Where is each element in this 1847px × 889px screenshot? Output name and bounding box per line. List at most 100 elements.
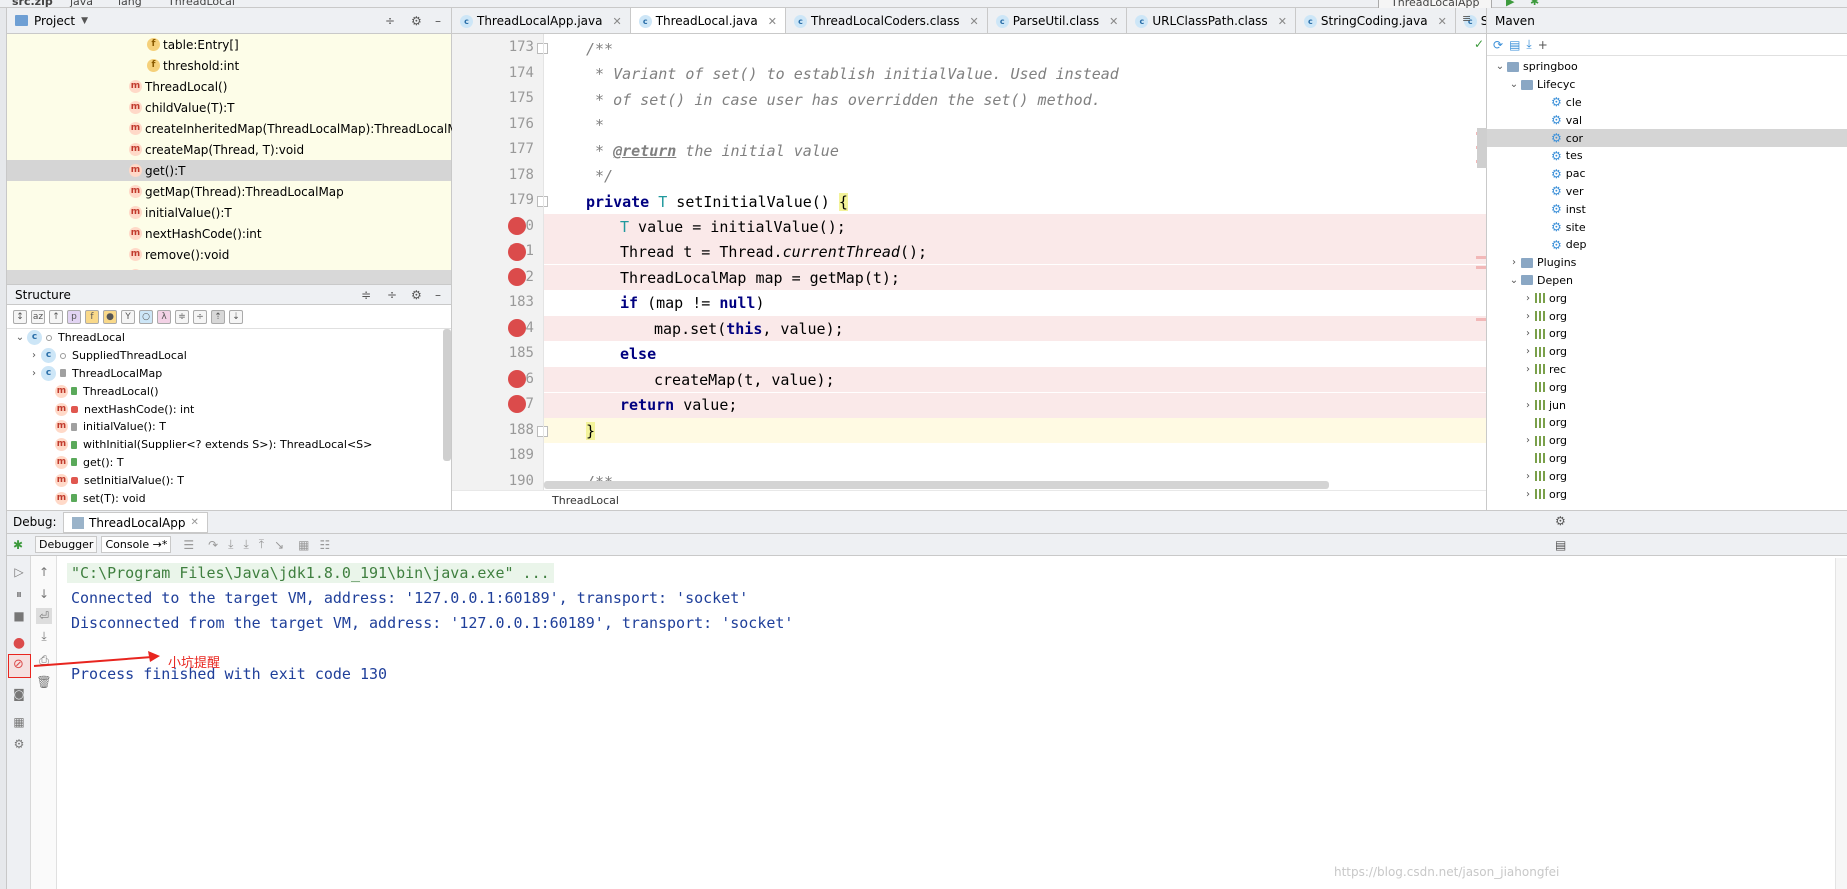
expand-arrow-icon[interactable]: ›: [1521, 489, 1535, 500]
maven-item[interactable]: › org: [1487, 343, 1847, 361]
maven-item[interactable]: › org: [1487, 467, 1847, 485]
expand-arrow-icon[interactable]: ›: [1507, 257, 1521, 268]
lambda-icon[interactable]: λ: [157, 309, 171, 324]
structure-item[interactable]: m get(): T: [7, 454, 443, 472]
project-item[interactable]: m nextHashCode():int: [7, 223, 451, 244]
force-step-into-icon[interactable]: ⤓: [243, 537, 248, 552]
autoscroll-from-source-icon[interactable]: ⇣: [229, 309, 243, 324]
show-inherited-icon[interactable]: ↑: [49, 309, 63, 324]
editor-breadcrumb[interactable]: ThreadLocal: [552, 494, 619, 507]
close-icon[interactable]: ✕: [1109, 15, 1118, 28]
error-stripe[interactable]: [1476, 60, 1486, 490]
expand-arrow-icon[interactable]: ›: [1521, 293, 1535, 304]
structure-item[interactable]: m set(T): void: [7, 489, 443, 507]
expand-arrow-icon[interactable]: ⌄: [1507, 275, 1521, 286]
structure-scrollbar[interactable]: [443, 329, 451, 461]
project-item[interactable]: m ThreadLocal(): [7, 76, 451, 97]
chevron-down-icon[interactable]: ▼: [81, 16, 88, 26]
tab-overflow-icon[interactable]: ≡: [1462, 12, 1471, 25]
gear-icon[interactable]: ⚙: [411, 14, 422, 28]
expand-arrow-icon[interactable]: ›: [1521, 346, 1535, 357]
project-item[interactable]: m initialValue():T: [7, 202, 451, 223]
maven-item[interactable]: › rec: [1487, 361, 1847, 379]
project-item[interactable]: f table:Entry[]: [7, 34, 451, 55]
editor-horizontal-scrollbar[interactable]: [544, 481, 1329, 489]
expand-arrow-icon[interactable]: ›: [1521, 328, 1535, 339]
maven-item[interactable]: org: [1487, 414, 1847, 432]
maven-item[interactable]: › org: [1487, 289, 1847, 307]
maven-item[interactable]: ⌄ springboo: [1487, 58, 1847, 76]
breakpoint-icon[interactable]: [508, 319, 526, 337]
maven-item[interactable]: ⌄ Depen: [1487, 272, 1847, 290]
restore-layout-icon[interactable]: ▤: [1555, 538, 1566, 552]
resume-icon[interactable]: ▷: [11, 564, 27, 580]
breakpoint-icon[interactable]: [508, 243, 526, 261]
close-icon[interactable]: ✕: [1278, 15, 1287, 28]
gear-icon[interactable]: ⚙: [411, 288, 422, 302]
soft-wrap-icon[interactable]: ⏎: [36, 608, 52, 624]
gear-icon[interactable]: ⚙: [11, 736, 27, 752]
structure-item[interactable]: › c ThreadLocalMap: [7, 365, 443, 383]
add-icon[interactable]: +: [1538, 38, 1548, 52]
expand-arrow-icon[interactable]: ›: [1521, 471, 1535, 482]
nav-crumb-src[interactable]: src.zip: [12, 0, 53, 8]
view-breakpoints-icon[interactable]: ●: [11, 635, 27, 651]
expand-arrow-icon[interactable]: ⌄: [1493, 61, 1507, 72]
structure-item[interactable]: m initialValue(): T: [7, 418, 443, 436]
evaluate-icon[interactable]: ▦: [298, 538, 309, 552]
project-item[interactable]: m createInheritedMap(ThreadLocalMap):Thre…: [7, 118, 473, 139]
console-scrollbar[interactable]: [1835, 558, 1847, 889]
editor-tab[interactable]: c ThreadLocalCoders.class ✕: [785, 8, 988, 33]
restore-layout-icon[interactable]: ▦: [11, 714, 27, 730]
up-arrow-icon[interactable]: ↑: [36, 564, 52, 580]
maven-item[interactable]: ⚙ tes: [1487, 147, 1847, 165]
tab-debugger[interactable]: Debugger: [35, 536, 98, 553]
expand-arrow-icon[interactable]: ›: [27, 350, 41, 361]
expand-arrow-icon[interactable]: ⌄: [13, 332, 27, 343]
maven-item[interactable]: ⚙ inst: [1487, 200, 1847, 218]
expand-arrow-icon[interactable]: ›: [1521, 364, 1535, 375]
project-item[interactable]: m getMap(Thread):ThreadLocalMap: [7, 181, 451, 202]
run-to-cursor-icon[interactable]: ↘: [274, 538, 284, 552]
trash-icon[interactable]: 🗑: [36, 674, 52, 690]
close-icon[interactable]: ✕: [768, 15, 777, 28]
trace-icon[interactable]: ☷: [320, 538, 331, 552]
close-icon[interactable]: ✕: [1438, 15, 1447, 28]
step-into-icon[interactable]: ⤓: [228, 537, 233, 552]
structure-item[interactable]: m ThreadLocal(): [7, 382, 443, 400]
collapse-icon[interactable]: ÷: [193, 309, 207, 324]
maven-item[interactable]: ⚙ val: [1487, 111, 1847, 129]
maven-item[interactable]: ⚙ pac: [1487, 165, 1847, 183]
layout-icon[interactable]: ☰: [183, 538, 194, 552]
collapse-icon[interactable]: ÷: [385, 14, 395, 28]
sort-alpha-icon[interactable]: az: [31, 309, 45, 324]
show-non-public-icon[interactable]: ●: [103, 309, 117, 324]
maven-item[interactable]: › Plugins: [1487, 254, 1847, 272]
nav-crumb-java[interactable]: java: [70, 0, 93, 8]
maven-item[interactable]: org: [1487, 450, 1847, 468]
expand-arrow-icon[interactable]: ›: [1521, 400, 1535, 411]
project-item[interactable]: m childValue(T):T: [7, 97, 451, 118]
editor-tab[interactable]: c ThreadLocalApp.java ✕: [452, 8, 631, 33]
maven-item[interactable]: ⚙ cle: [1487, 94, 1847, 112]
structure-item[interactable]: › c SuppliedThreadLocal: [7, 347, 443, 365]
stop-icon[interactable]: ■: [11, 608, 27, 624]
camera-icon[interactable]: ◙: [11, 686, 27, 702]
show-anonymous-icon[interactable]: ○: [139, 309, 153, 324]
structure-item[interactable]: ⌄ c ThreadLocal: [7, 329, 443, 347]
expand-icon[interactable]: ≑: [175, 309, 189, 324]
editor-tab[interactable]: c StringCoding.java ✕: [1295, 8, 1456, 33]
close-icon[interactable]: ✕: [970, 15, 979, 28]
sort-visibility-icon[interactable]: ↕: [13, 309, 27, 324]
collapse-all-icon[interactable]: ÷: [387, 288, 397, 302]
maven-item[interactable]: › org: [1487, 307, 1847, 325]
expand-all-icon[interactable]: ≑: [361, 288, 371, 302]
download-icon[interactable]: ⤓: [1526, 37, 1531, 52]
editor-tab[interactable]: c ParseUtil.class ✕: [987, 8, 1128, 33]
expand-arrow-icon[interactable]: ⌄: [1507, 79, 1521, 90]
show-fields-icon[interactable]: f: [85, 309, 99, 324]
breakpoint-icon[interactable]: [508, 268, 526, 286]
expand-arrow-icon[interactable]: ›: [27, 368, 41, 379]
gear-icon[interactable]: ⚙: [1555, 514, 1566, 528]
generate-sources-icon[interactable]: ▤: [1509, 38, 1520, 52]
